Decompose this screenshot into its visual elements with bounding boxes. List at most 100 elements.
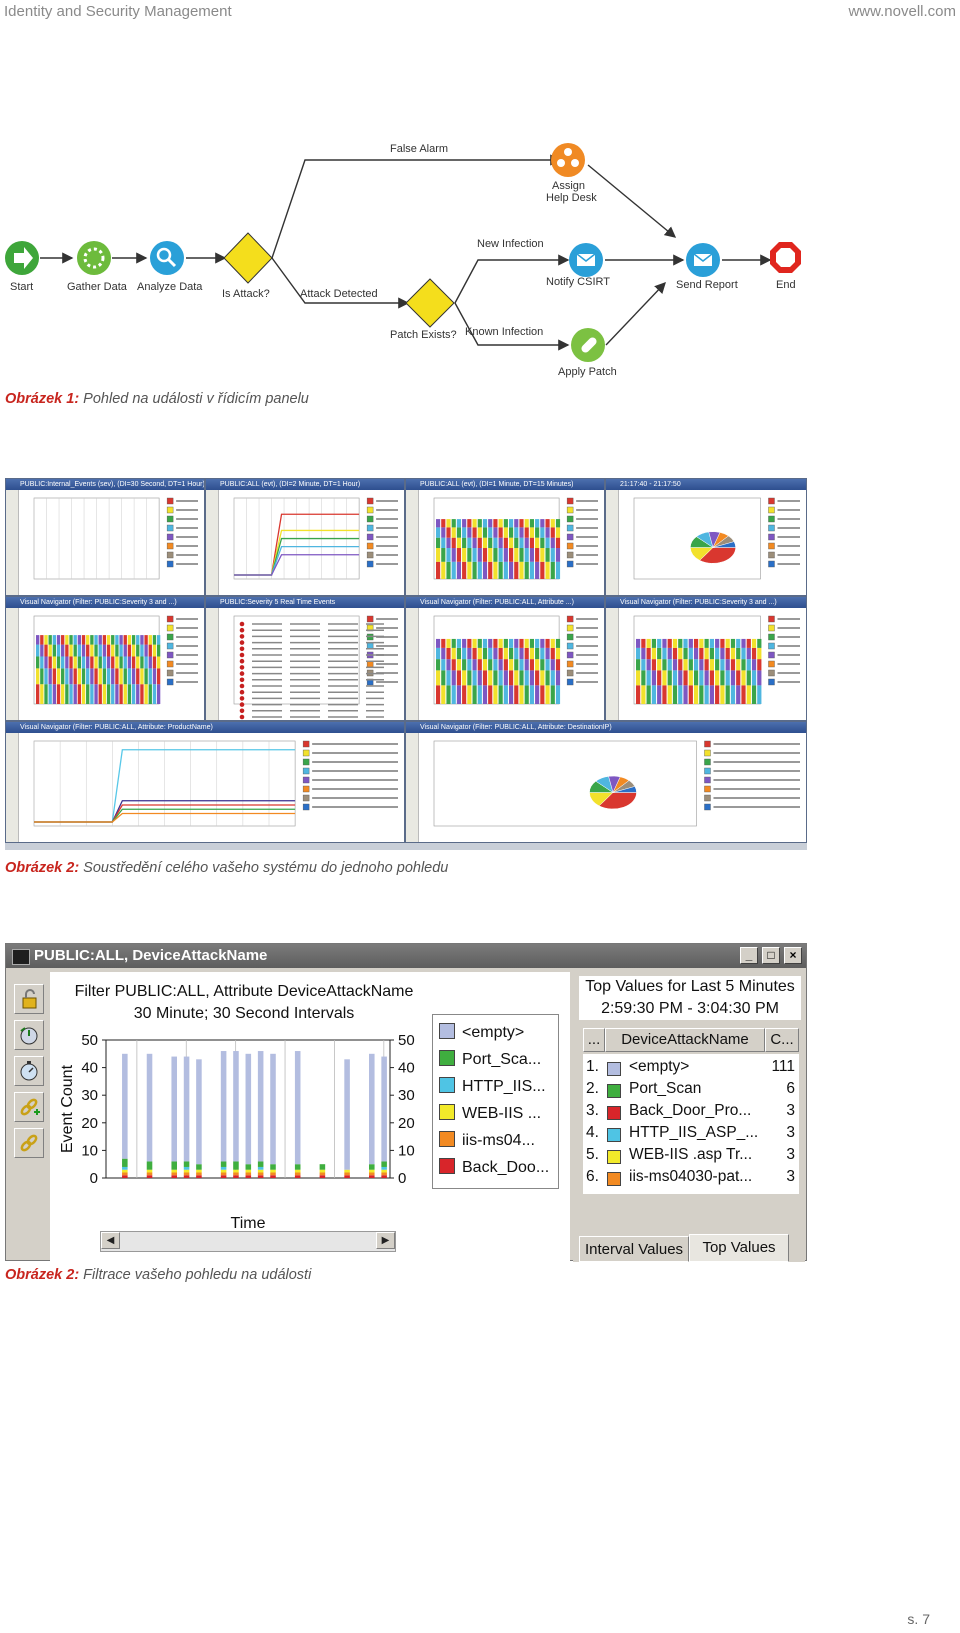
pane-toolbar bbox=[6, 733, 19, 842]
legend-label: Port_Sca... bbox=[462, 1051, 542, 1068]
pane-legend-swatch bbox=[704, 803, 711, 811]
legend-item[interactable]: HTTP_IIS... bbox=[439, 1077, 546, 1096]
stacked-bar-segment bbox=[678, 647, 683, 660]
tab-interval-values[interactable]: Interval Values bbox=[579, 1236, 689, 1262]
stacked-bar-segment bbox=[111, 644, 115, 657]
top-value-row[interactable]: 6. iis-ms04030-pat... 3 bbox=[583, 1168, 799, 1190]
doc-header-url[interactable]: www.novell.com bbox=[848, 3, 956, 20]
stacked-bar-segment bbox=[69, 644, 73, 657]
pane-toolbar bbox=[406, 490, 419, 595]
stacked-bar-segment bbox=[131, 684, 136, 704]
legend-item[interactable]: iis-ms04... bbox=[439, 1131, 535, 1150]
dashboard-pane[interactable]: PUBLIC:ALL (evt), (DI=1 Minute, DT=15 Mi… bbox=[405, 478, 605, 596]
stacked-bar-segment bbox=[688, 647, 693, 660]
dashboard-pane[interactable]: Visual Navigator (Filter: PUBLIC:Severit… bbox=[605, 596, 807, 721]
stacked-bar-segment bbox=[462, 685, 467, 704]
scroll-right-button[interactable]: ▶ bbox=[376, 1232, 395, 1249]
stacked-bar-segment bbox=[540, 537, 545, 549]
stacked-bar-segment bbox=[456, 548, 462, 562]
legend-item[interactable]: WEB-IIS ... bbox=[439, 1104, 541, 1123]
stacked-bar-segment bbox=[524, 519, 529, 528]
stacked-bar-segment bbox=[436, 685, 441, 704]
stacked-bar-segment bbox=[657, 638, 662, 648]
stacked-bar-segment bbox=[519, 638, 524, 648]
stacked-bar-segment bbox=[503, 537, 508, 549]
stacked-bar-segment bbox=[106, 656, 111, 669]
top-value-row[interactable]: 3. Back_Door_Pro... 3 bbox=[583, 1102, 799, 1124]
stacked-bar-segment bbox=[136, 656, 140, 669]
maximize-button[interactable]: □ bbox=[762, 947, 780, 964]
stacked-bar-segment bbox=[451, 647, 456, 660]
pane-legend-swatch bbox=[166, 533, 174, 541]
pane-legend-swatch bbox=[302, 740, 310, 748]
column-header-count[interactable]: C... bbox=[765, 1028, 799, 1052]
bar-segment bbox=[245, 1169, 252, 1173]
dashboard-pane[interactable]: Visual Navigator (Filter: PUBLIC:ALL, At… bbox=[5, 721, 405, 843]
y-tick-label: 50 bbox=[81, 1032, 98, 1049]
top-value-row[interactable]: 5. WEB-IIS .asp Tr... 3 bbox=[583, 1146, 799, 1168]
stacked-bar-segment bbox=[672, 659, 678, 671]
top-value-row[interactable]: 4. HTTP_IIS_ASP_... 3 bbox=[583, 1124, 799, 1146]
bar-segment bbox=[122, 1053, 128, 1159]
doc-header-title: Identity and Security Management bbox=[4, 3, 232, 20]
bar-segment bbox=[257, 1175, 264, 1178]
x-axis-label: Time bbox=[231, 1215, 266, 1232]
stacked-bar-segment bbox=[152, 684, 157, 704]
stacked-bar-segment bbox=[540, 659, 545, 671]
window-titlebar[interactable]: PUBLIC:ALL, DeviceAttackName _ □ × bbox=[6, 944, 806, 968]
legend-item[interactable]: Back_Doo... bbox=[439, 1158, 549, 1177]
dashboard-pane[interactable]: PUBLIC:Severity 5 Real Time Events bbox=[205, 596, 405, 721]
stacked-bar-segment bbox=[720, 647, 725, 660]
chart-legend: <empty> Port_Sca... HTTP_IIS... WEB-IIS ...… bbox=[432, 1014, 559, 1189]
stacked-bar-segment bbox=[746, 685, 751, 704]
stacked-bar-segment bbox=[555, 685, 561, 704]
bar-segment bbox=[294, 1164, 301, 1170]
dashboard-pane[interactable]: Visual Navigator (Filter: PUBLIC:ALL, At… bbox=[405, 596, 605, 721]
stacked-bar-segment bbox=[52, 644, 57, 657]
dashboard-pane[interactable]: PUBLIC:Internal_Events (sev), (DI=30 Sec… bbox=[5, 478, 205, 596]
bar-segment bbox=[122, 1158, 128, 1167]
dashboard-pane[interactable]: Visual Navigator (Filter: PUBLIC:Severit… bbox=[5, 596, 205, 721]
stacked-bar-segment bbox=[472, 537, 477, 549]
stacked-bar-segment bbox=[98, 684, 102, 704]
column-menu-button[interactable]: ... bbox=[583, 1028, 605, 1052]
stacked-bar-segment bbox=[535, 519, 540, 528]
bar-segment bbox=[171, 1169, 177, 1173]
stacked-bar-segment bbox=[651, 670, 657, 686]
refresh-tool-button[interactable] bbox=[14, 1020, 44, 1050]
stacked-bar-segment bbox=[90, 684, 94, 704]
stacked-bar-segment bbox=[156, 635, 161, 645]
stacked-bar-segment bbox=[73, 656, 77, 669]
dashboard-pane[interactable]: 21:17:40 - 21:17:50 bbox=[605, 478, 807, 596]
pane-plot bbox=[633, 615, 800, 705]
table-row-marker bbox=[239, 627, 245, 633]
stacked-bar-segment bbox=[709, 670, 714, 686]
legend-item[interactable]: <empty> bbox=[439, 1023, 524, 1042]
stacked-bar-segment bbox=[508, 647, 514, 660]
top-value-row[interactable]: 2. Port_Scan 6 bbox=[583, 1080, 799, 1102]
link-tool-button[interactable] bbox=[14, 1128, 44, 1158]
pane-plot bbox=[433, 497, 598, 580]
add-filter-button[interactable] bbox=[14, 1092, 44, 1122]
pane-legend-swatch bbox=[566, 642, 574, 650]
column-header-name[interactable]: DeviceAttackName bbox=[605, 1028, 765, 1052]
close-button[interactable]: × bbox=[784, 947, 802, 964]
stacked-bar-segment bbox=[467, 670, 472, 686]
tab-top-values[interactable]: Top Values bbox=[689, 1234, 789, 1262]
timer-tool-button[interactable] bbox=[14, 1056, 44, 1086]
dashboard-pane[interactable]: Visual Navigator (Filter: PUBLIC:ALL, At… bbox=[405, 721, 807, 843]
stacked-bar-segment bbox=[514, 659, 519, 671]
top-value-row[interactable]: 1. <empty> 111 bbox=[583, 1058, 799, 1080]
stacked-bar-segment bbox=[693, 647, 699, 660]
scroll-left-button[interactable]: ◀ bbox=[101, 1232, 120, 1249]
minimize-button[interactable]: _ bbox=[740, 947, 758, 964]
stacked-bar-segment bbox=[524, 685, 529, 704]
legend-item[interactable]: Port_Sca... bbox=[439, 1050, 541, 1069]
legend-label: <empty> bbox=[462, 1024, 525, 1041]
time-scrollbar[interactable]: ◀ ▶ bbox=[100, 1231, 396, 1252]
bar-segment bbox=[344, 1059, 350, 1170]
lock-tool-button[interactable] bbox=[14, 984, 44, 1014]
dashboard-pane[interactable]: PUBLIC:ALL (evt), (DI=2 Minute, DT=1 Hou… bbox=[205, 478, 405, 596]
stacked-bar-segment bbox=[119, 668, 123, 685]
stacked-bar-segment bbox=[472, 670, 477, 686]
